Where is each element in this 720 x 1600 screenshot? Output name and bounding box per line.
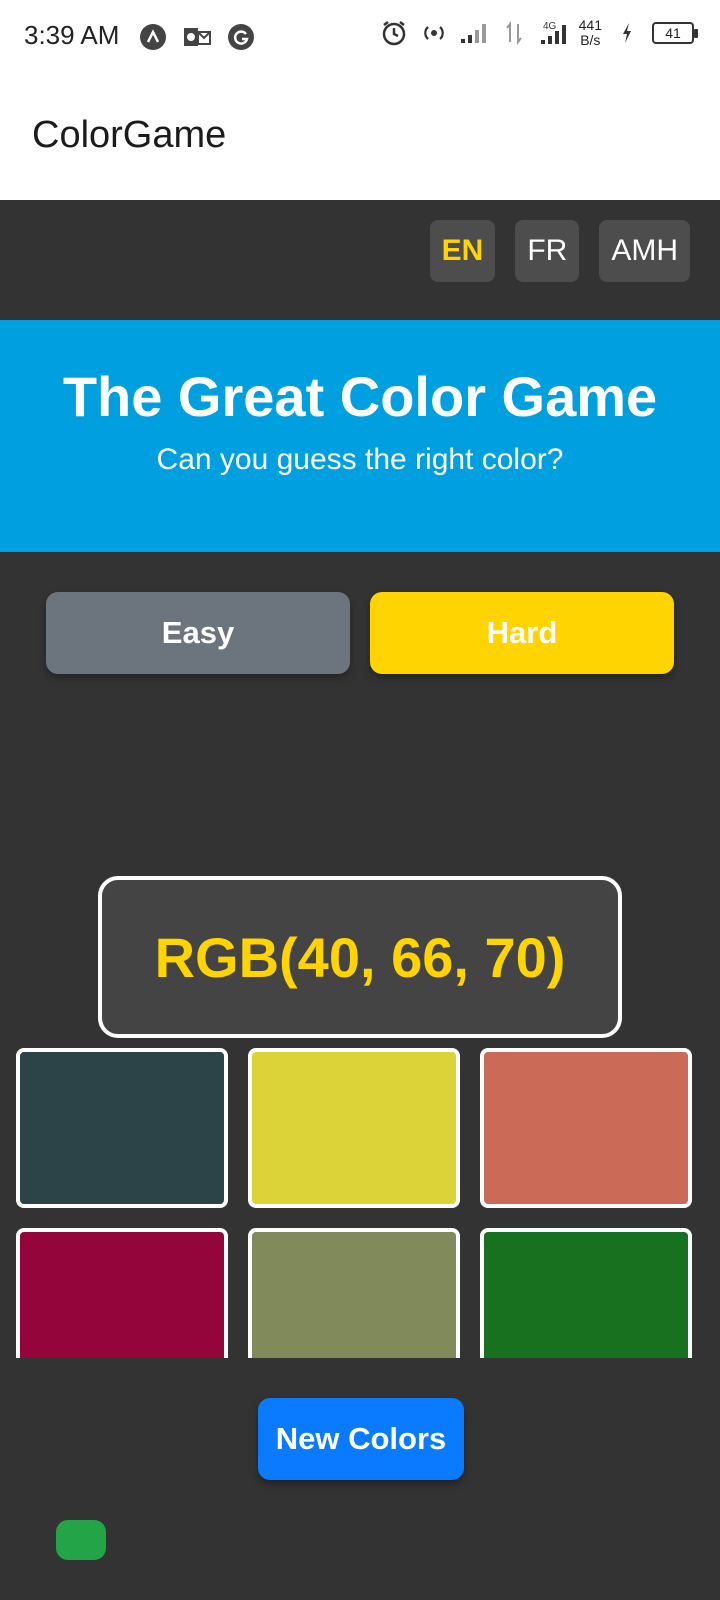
color-swatch[interactable] (16, 1228, 228, 1358)
status-time: 3:39 AM (24, 20, 120, 50)
system-status-icons: 4G 441 B/s 41 (379, 17, 698, 48)
app-bar: ColorGame (0, 72, 720, 200)
status-bar: 3:39 AM 4G 441 B/s 41 (0, 0, 720, 72)
data-transfer-icon (499, 18, 529, 48)
signal-1-icon (459, 18, 489, 48)
language-fr-button[interactable]: FR (515, 220, 580, 282)
game-title: The Great Color Game (62, 365, 658, 428)
signal-2-icon: 4G (539, 18, 569, 48)
alarm-icon (379, 18, 409, 48)
language-amh-button[interactable]: AMH (599, 220, 690, 282)
battery-icon: 41 (652, 22, 698, 44)
charging-icon (612, 18, 642, 48)
notification-icons (138, 22, 256, 52)
easy-mode-button[interactable]: Easy (46, 592, 350, 674)
net-speed: 441 B/s (578, 17, 602, 48)
svg-text:4G: 4G (543, 21, 557, 32)
color-swatch[interactable] (480, 1228, 692, 1358)
color-swatch[interactable] (248, 1048, 460, 1208)
game-header-banner: The Great Color Game Can you guess the r… (0, 320, 720, 552)
color-grid-viewport (0, 1048, 720, 1358)
language-en-button[interactable]: EN (429, 220, 496, 282)
grammarly-icon (226, 22, 256, 52)
difficulty-selector: Easy Hard (46, 592, 674, 674)
language-selector: EN FR AMH (429, 220, 690, 282)
hotspot-icon (419, 18, 449, 48)
new-colors-button[interactable]: New Colors (258, 1398, 464, 1480)
color-grid (16, 1048, 692, 1358)
target-rgb-display: RGB(40, 66, 70) (98, 876, 622, 1038)
app-title: ColorGame (32, 114, 227, 156)
status-indicator (56, 1520, 106, 1560)
color-swatch[interactable] (16, 1048, 228, 1208)
game-subtitle: Can you guess the right color? (156, 443, 564, 476)
hard-mode-button[interactable]: Hard (370, 592, 674, 674)
app-a-icon (138, 22, 168, 52)
color-swatch[interactable] (248, 1228, 460, 1358)
color-swatch[interactable] (480, 1048, 692, 1208)
outlook-icon (182, 22, 212, 52)
